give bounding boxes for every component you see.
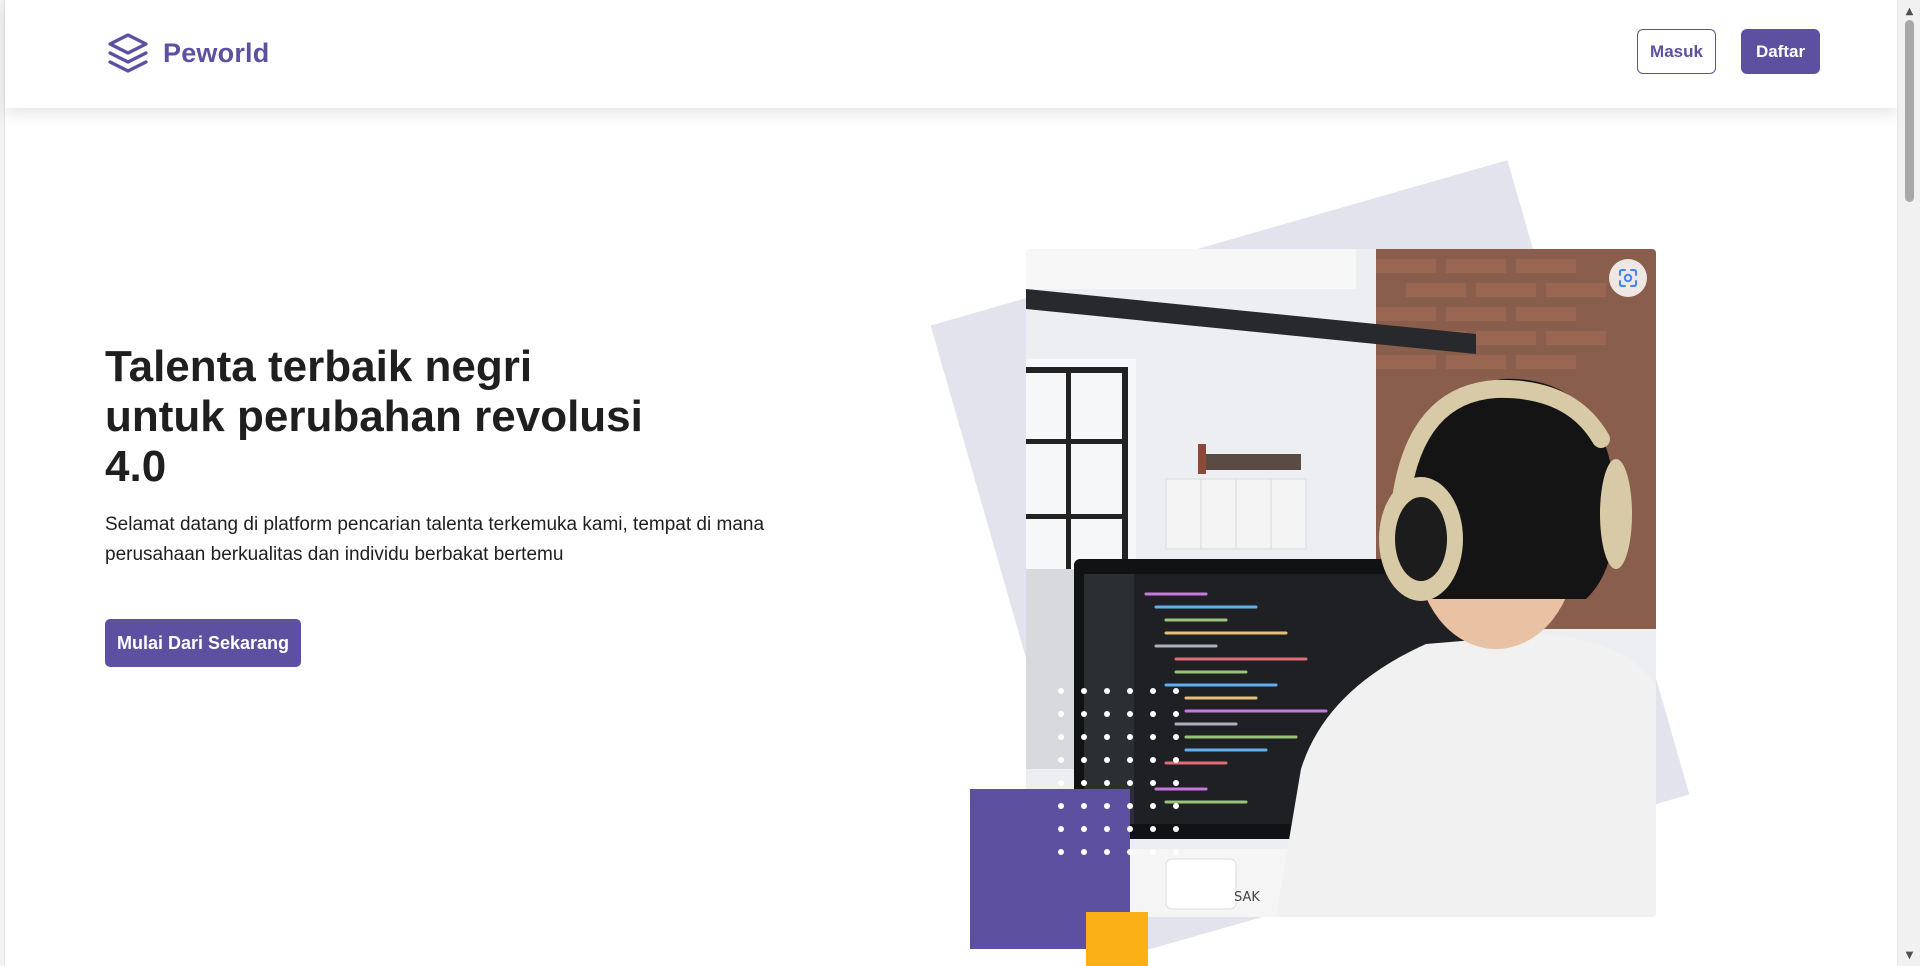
dot-grid-pattern <box>1058 688 1179 855</box>
hero-title-line: Talenta terbaik negri <box>105 342 533 391</box>
navbar: Peworld Masuk Daftar <box>5 0 1897 108</box>
cup-text: SAK <box>1234 890 1260 905</box>
google-lens-glyph <box>1619 269 1637 287</box>
brand-link[interactable]: Peworld <box>105 30 269 76</box>
login-button[interactable]: Masuk <box>1637 29 1716 74</box>
hero-description: Selamat datang di platform pencarian tal… <box>105 514 765 565</box>
scroll-down-arrow-icon[interactable]: ▼ <box>1898 946 1920 964</box>
hero-title-line: untuk perubahan revolusi <box>105 392 643 441</box>
scroll-up-arrow-icon[interactable]: ▲ <box>1898 2 1920 20</box>
hero-title-line: 4.0 <box>105 442 167 491</box>
hero-title: Talenta terbaik negri untuk perubahan re… <box>105 342 665 492</box>
decorative-yellow-square <box>1086 912 1148 966</box>
brand-name: Peworld <box>163 37 270 68</box>
register-button[interactable]: Daftar <box>1741 29 1820 74</box>
vertical-scrollbar[interactable]: ▲ ▼ <box>1897 0 1920 966</box>
google-lens-icon[interactable] <box>1609 259 1647 297</box>
get-started-button[interactable]: Mulai Dari Sekarang <box>105 619 301 667</box>
decorative-dot-grid <box>1055 685 1185 865</box>
scrollbar-thumb[interactable] <box>1905 20 1914 202</box>
page: Peworld Masuk Daftar Talenta terbaik neg… <box>0 0 1920 966</box>
stacked-layers-icon <box>108 33 148 73</box>
window-edge <box>0 0 5 966</box>
